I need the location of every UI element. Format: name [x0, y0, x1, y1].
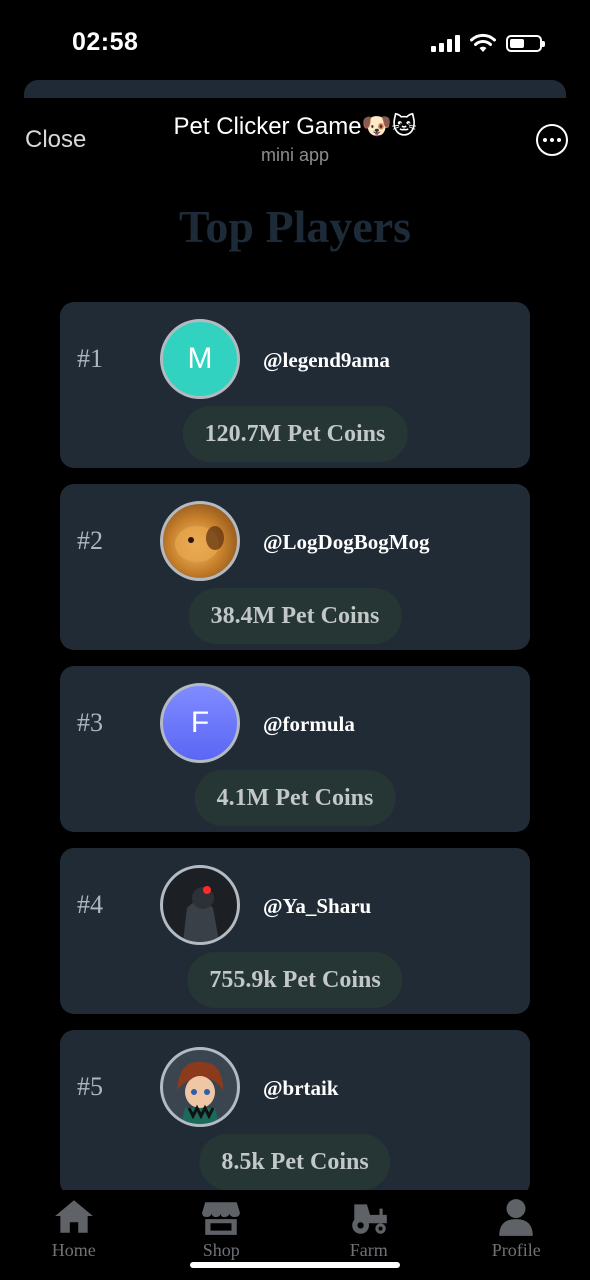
- page-title: Top Players: [178, 201, 412, 252]
- dot-icon: [557, 138, 561, 142]
- rank-label: #1: [77, 344, 103, 373]
- battery-icon: [506, 34, 545, 52]
- username: @formula: [263, 712, 355, 736]
- leaderboard-row[interactable]: #4 @Ya_Sharu 755.9k Pet Coins: [60, 848, 530, 1014]
- rank-label: #4: [77, 890, 103, 919]
- nav-label: Profile: [491, 1240, 541, 1260]
- robot-photo-icon: [183, 886, 219, 942]
- leaderboard-row[interactable]: #1 M @legend9ama 120.7M Pet Coins: [60, 302, 530, 468]
- profile-icon: [499, 1199, 534, 1236]
- shop-icon: [202, 1202, 241, 1235]
- status-time: 02:58: [72, 28, 139, 56]
- avatar: F: [160, 683, 240, 763]
- dog-photo-icon: [175, 526, 224, 562]
- app-subtitle: mini app: [260, 145, 330, 165]
- home-icon: [54, 1200, 93, 1233]
- nav-label: Farm: [349, 1240, 388, 1260]
- title-block: Pet Clicker Game🐶🐱 mini app: [0, 112, 590, 166]
- nav-label: Shop: [202, 1240, 240, 1260]
- avatar: [160, 501, 240, 581]
- username: @brtaik: [263, 1076, 339, 1100]
- username: @LogDogBogMog: [263, 530, 430, 554]
- rank-label: #2: [77, 526, 103, 555]
- tractor-icon: [351, 1204, 387, 1234]
- leaderboard-row[interactable]: #3 F @formula 4.1M Pet Coins: [60, 666, 530, 832]
- coin-balance-badge: 38.4M Pet Coins: [188, 588, 402, 644]
- dot-icon: [550, 138, 554, 142]
- home-indicator[interactable]: [190, 1262, 400, 1268]
- avatar: M: [160, 319, 240, 399]
- sheet-background-edge: [24, 80, 566, 98]
- anime-character-icon: [177, 1061, 223, 1124]
- status-icons: [431, 33, 545, 53]
- nav-item-profile[interactable]: Profile: [443, 1196, 590, 1280]
- rank-label: #5: [77, 1072, 103, 1101]
- leaderboard-row[interactable]: #2 @LogDogBogMog 38.4M Pet Coins: [60, 484, 530, 650]
- dot-icon: [543, 138, 547, 142]
- coin-balance-badge: 4.1M Pet Coins: [194, 770, 396, 826]
- coin-balance-badge: 755.9k Pet Coins: [187, 952, 403, 1008]
- username: @Ya_Sharu: [263, 894, 372, 918]
- status-bar: 02:58: [0, 0, 590, 80]
- avatar: [160, 1047, 240, 1127]
- leaderboard-list: #1 M @legend9ama 120.7M Pet Coins #2 @Lo…: [60, 302, 530, 1212]
- wifi-icon: [470, 33, 496, 52]
- more-options-button[interactable]: [536, 124, 568, 156]
- nav-item-home[interactable]: Home: [0, 1196, 148, 1280]
- coin-balance-badge: 120.7M Pet Coins: [182, 406, 408, 462]
- leaderboard-row[interactable]: #5 @brtaik 8.5k Pet Coins: [60, 1030, 530, 1196]
- avatar-initial: M: [187, 342, 213, 375]
- nav-label: Home: [51, 1240, 96, 1260]
- mini-app-header: Close Pet Clicker Game🐶🐱 mini app: [0, 98, 590, 178]
- cellular-signal-icon: [431, 34, 460, 52]
- avatar: [160, 865, 240, 945]
- avatar-initial: F: [190, 706, 210, 739]
- app-title: Pet Clicker Game🐶🐱: [173, 113, 417, 140]
- coin-balance-badge: 8.5k Pet Coins: [199, 1134, 391, 1190]
- rank-label: #3: [77, 708, 103, 737]
- username: @legend9ama: [263, 348, 390, 372]
